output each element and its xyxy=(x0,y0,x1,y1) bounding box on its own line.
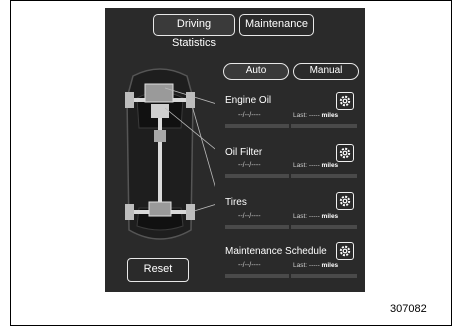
auto-toggle[interactable]: Auto xyxy=(223,63,289,80)
reset-button[interactable]: Reset xyxy=(127,258,189,282)
tires-date: --/--/---- xyxy=(238,213,261,220)
tires-label: Tires xyxy=(225,197,247,208)
maintenance-screen: Driving Statistics Maintenance Auto Manu… xyxy=(105,8,365,292)
maintenance-schedule-progress-left xyxy=(225,274,289,278)
gear-icon xyxy=(339,195,351,207)
car-illustration xyxy=(125,68,215,240)
tires-settings-button[interactable] xyxy=(336,192,354,210)
oil-filter-progress-right xyxy=(291,174,357,178)
tab-driving-statistics[interactable]: Driving Statistics xyxy=(153,14,235,49)
tires-progress-left xyxy=(225,225,289,229)
engine-oil-settings-button[interactable] xyxy=(336,92,354,110)
oil-filter-label: Oil Filter xyxy=(225,147,263,158)
engine-oil-last: Last: ----- miles xyxy=(293,112,339,119)
oil-filter-last: Last: ----- miles xyxy=(293,162,339,169)
maintenance-schedule-date: --/--/---- xyxy=(238,262,261,269)
manual-toggle[interactable]: Manual xyxy=(293,63,359,80)
maintenance-schedule-progress-right xyxy=(291,274,357,278)
maintenance-schedule-label: Maintenance Schedule xyxy=(225,246,327,257)
tab-maintenance[interactable]: Maintenance xyxy=(239,14,314,36)
engine-oil-label: Engine Oil xyxy=(225,95,272,106)
maintenance-schedule-last: Last: ----- miles xyxy=(293,262,339,269)
gear-icon xyxy=(339,245,351,257)
engine-oil-progress-right xyxy=(291,124,357,128)
tires-progress-right xyxy=(291,225,357,229)
gear-icon xyxy=(339,95,351,107)
engine-oil-date: --/--/---- xyxy=(238,112,261,119)
gear-icon xyxy=(339,147,351,159)
maintenance-schedule-settings-button[interactable] xyxy=(336,242,354,260)
figure-number: 307082 xyxy=(390,303,427,315)
oil-filter-progress-left xyxy=(225,174,289,178)
oil-filter-settings-button[interactable] xyxy=(336,144,354,162)
tires-last: Last: ----- miles xyxy=(293,213,339,220)
engine-oil-progress-left xyxy=(225,124,289,128)
oil-filter-date: --/--/---- xyxy=(238,162,261,169)
